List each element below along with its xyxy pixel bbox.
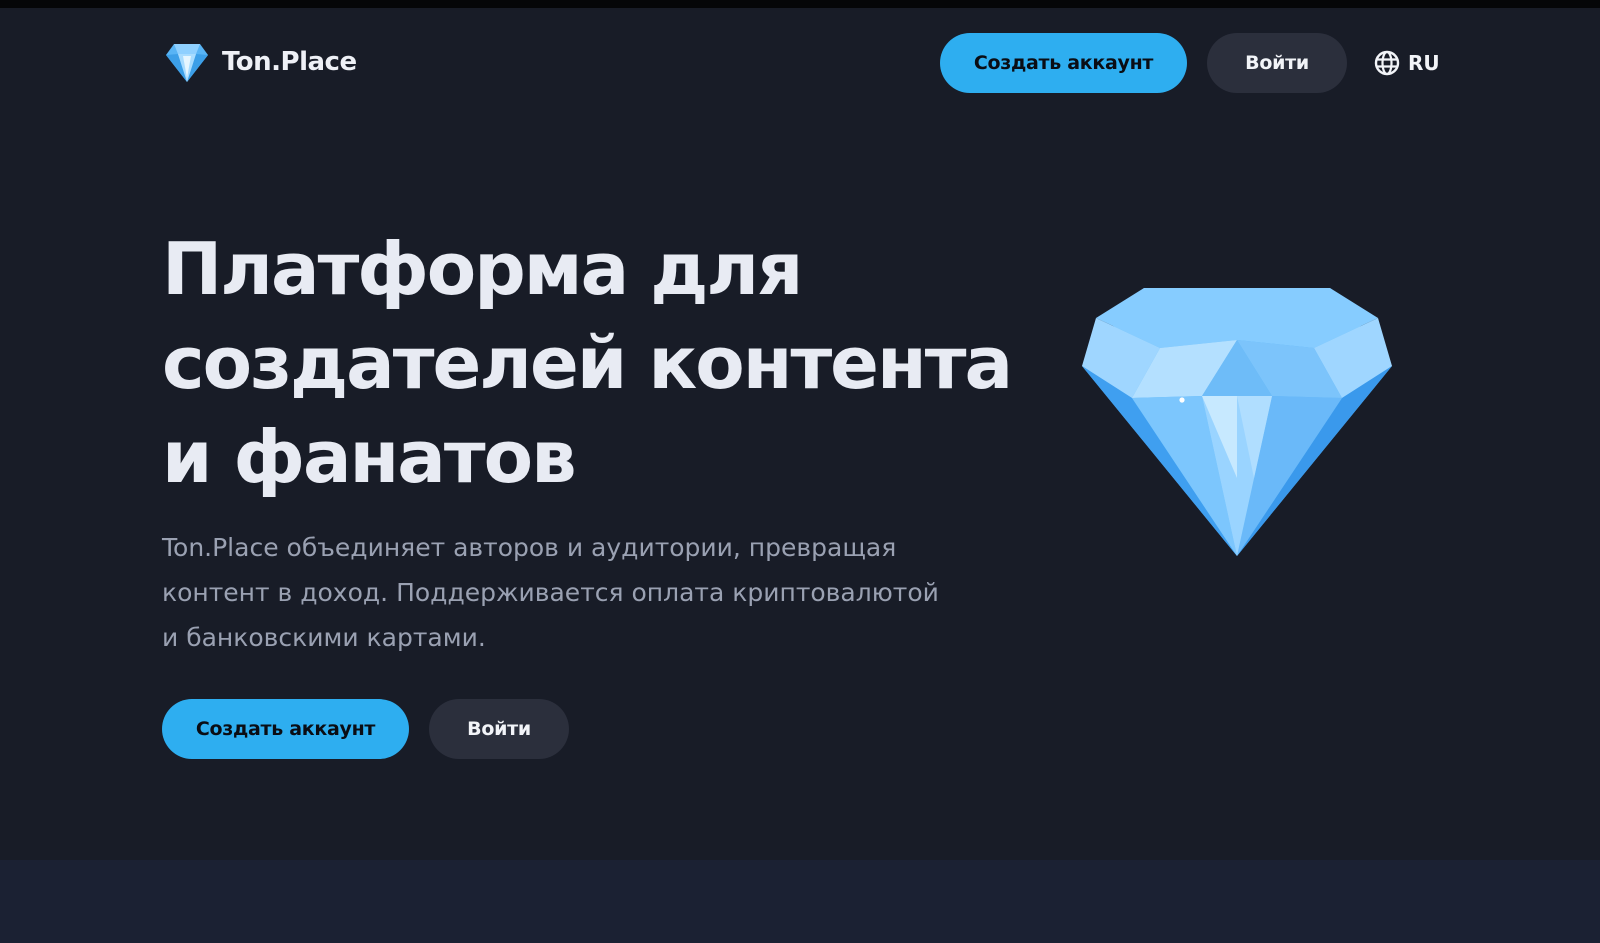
hero-title-line: и фанатов	[162, 415, 577, 499]
language-label: RU	[1408, 51, 1440, 75]
hero-subtitle-line: Ton.Place объединяет авторов и аудитории…	[162, 533, 897, 562]
hero-create-account-button[interactable]: Создать аккаунт	[162, 699, 409, 759]
brand-logo[interactable]: Ton.Place	[166, 42, 357, 82]
brand-name: Ton.Place	[222, 47, 357, 77]
hero-login-button[interactable]: Войти	[429, 699, 569, 759]
diamond-illustration	[1082, 288, 1392, 556]
create-account-button[interactable]: Создать аккаунт	[940, 33, 1187, 93]
hero-subtitle: Ton.Place объединяет авторов и аудитории…	[162, 525, 1002, 660]
hero-title: Платформа для создателей контента и фана…	[162, 222, 1022, 504]
hero-title-line: создателей контента	[162, 321, 1013, 405]
top-edge	[0, 0, 1600, 8]
next-section	[0, 860, 1600, 943]
hero-title-line: Платформа для	[162, 227, 803, 311]
login-button[interactable]: Войти	[1207, 33, 1347, 93]
globe-icon	[1374, 50, 1400, 76]
language-selector[interactable]: RU	[1374, 48, 1440, 78]
diamond-icon	[166, 44, 208, 82]
hero-subtitle-line: и банковскими картами.	[162, 623, 486, 652]
hero-subtitle-line: контент в доход. Поддерживается оплата к…	[162, 578, 939, 607]
